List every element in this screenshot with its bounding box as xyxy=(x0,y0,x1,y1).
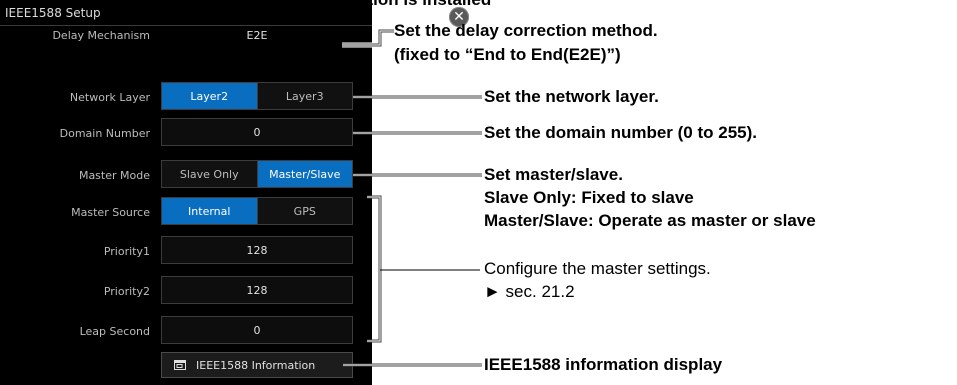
annotation-network-layer: Set the network layer. xyxy=(484,87,659,106)
annotation-info-display: IEEE1588 information display xyxy=(484,355,723,374)
annotation-delay-title: Set the delay correction method. xyxy=(394,21,658,40)
annotation-domain-number: Set the domain number (0 to 255). xyxy=(484,123,757,142)
annotation-delay-detail: (fixed to “End to End(E2E)”) xyxy=(394,45,621,64)
annotation-configure-master: Configure the master settings. xyxy=(484,259,711,278)
annotation-master-slave: Master/Slave: Operate as master or slave xyxy=(484,211,816,230)
annotation-master-mode: Set master/slave. xyxy=(484,165,623,184)
annotation-slave-only: Slave Only: Fixed to slave xyxy=(484,188,694,207)
annotation-section-reference: ► sec. 21.2 xyxy=(484,282,575,301)
